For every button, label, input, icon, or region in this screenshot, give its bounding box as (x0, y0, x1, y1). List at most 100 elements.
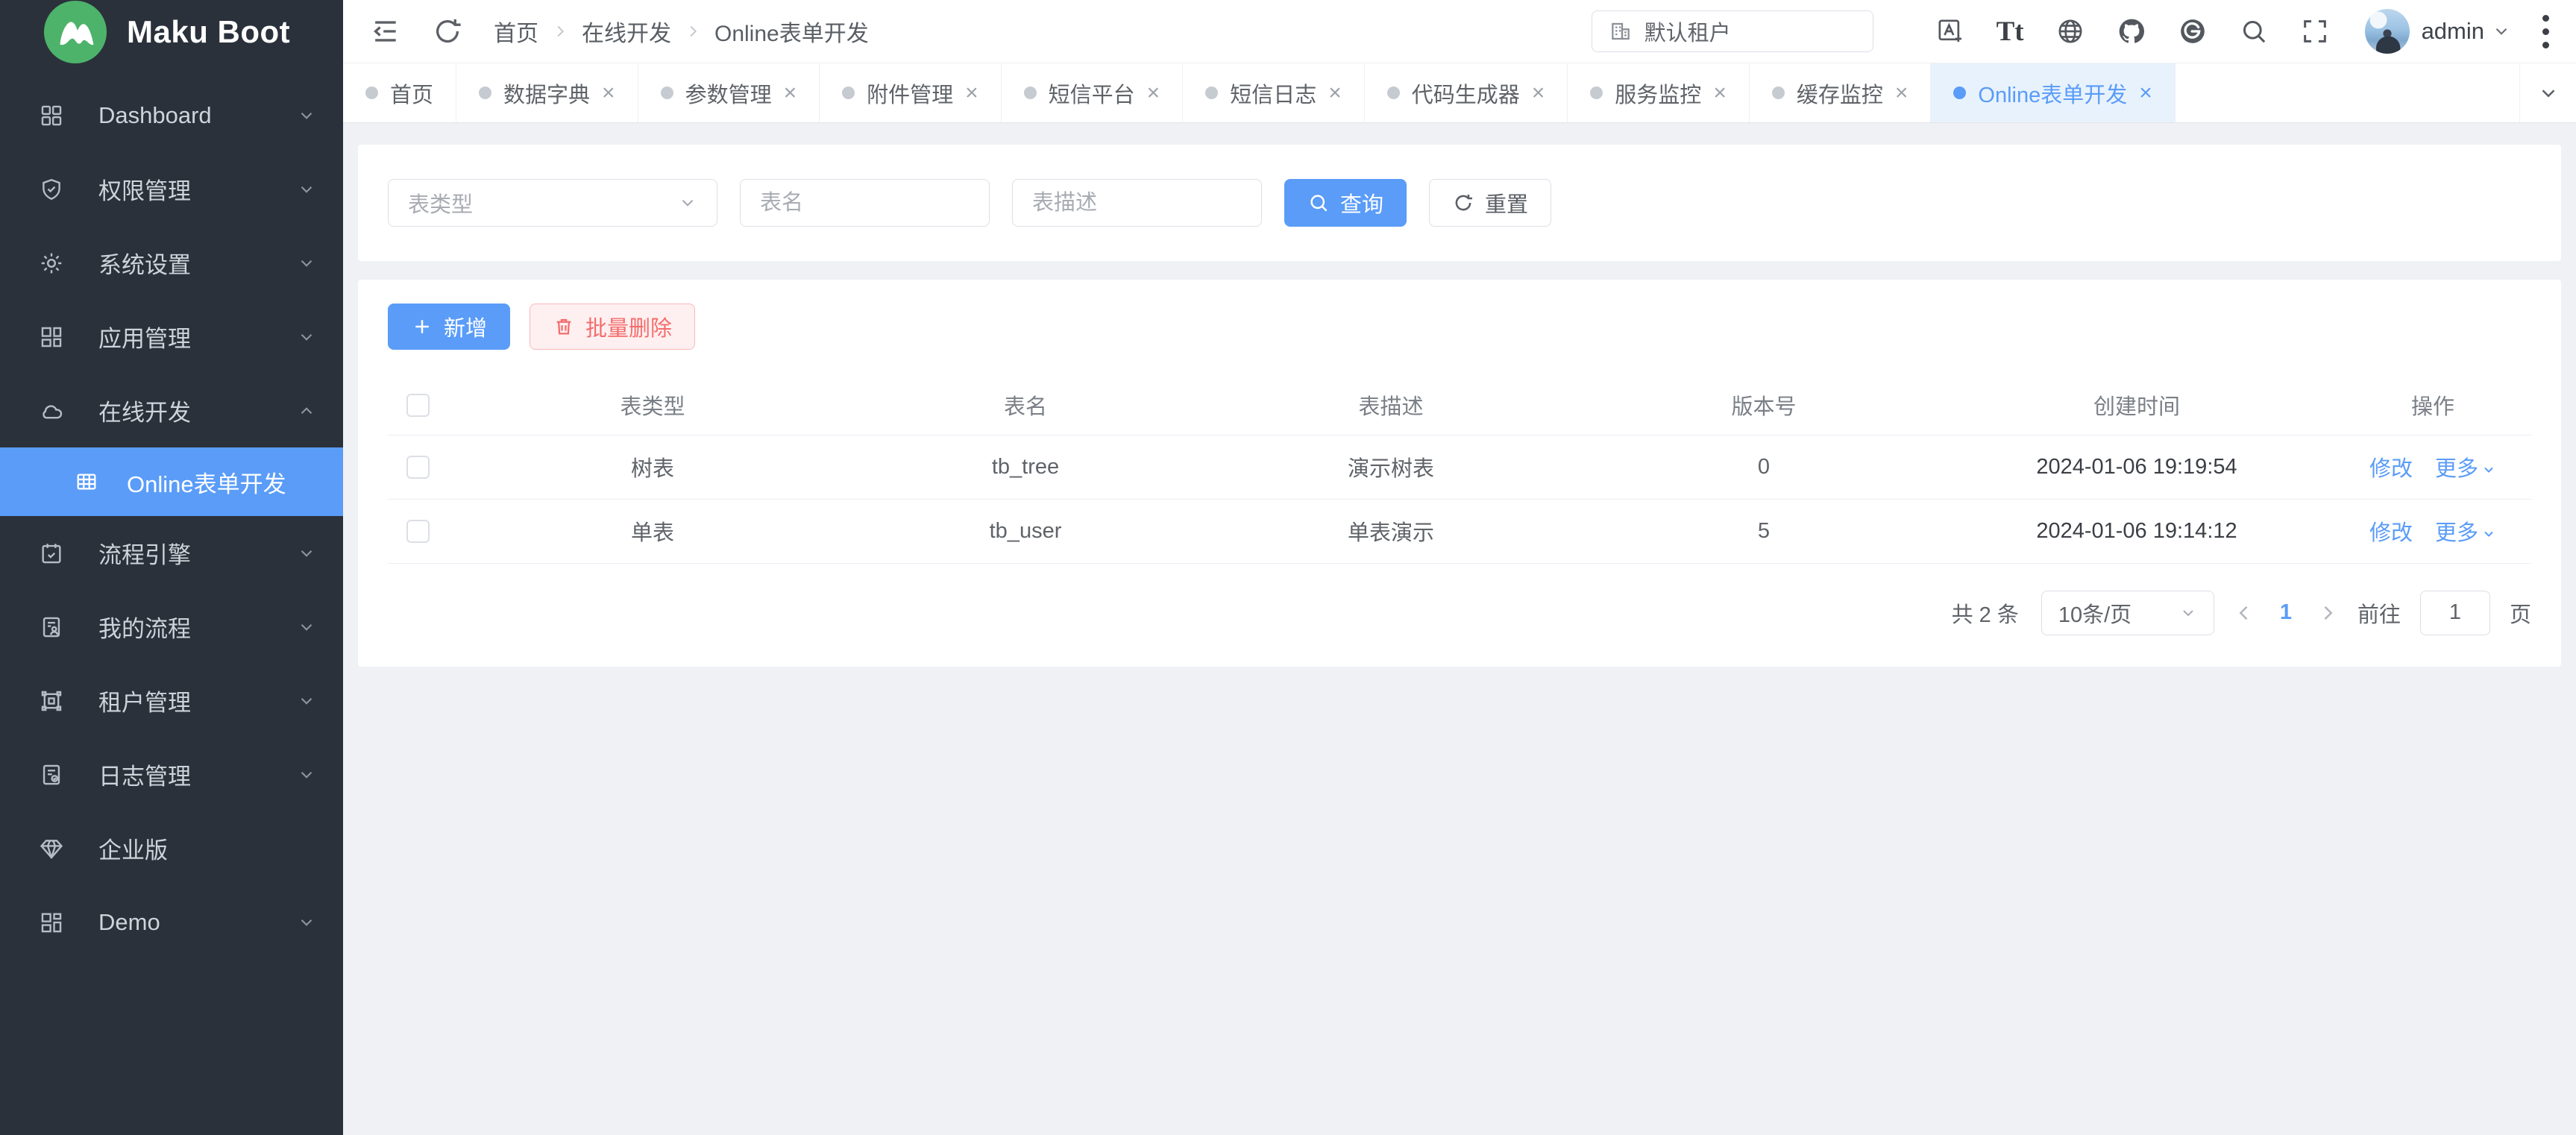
select-all-checkbox[interactable] (406, 394, 430, 417)
tab-sms-platform[interactable]: 短信平台 × (1002, 63, 1184, 122)
goto-page-input[interactable] (2420, 591, 2490, 635)
fullscreen-icon[interactable] (2300, 16, 2330, 46)
cell-type: 树表 (447, 435, 858, 499)
menu-collapse-icon[interactable] (368, 15, 401, 48)
tab-data-dict[interactable]: 数据字典 × (456, 63, 638, 122)
refresh-icon[interactable] (431, 15, 464, 48)
gitee-icon[interactable] (2178, 16, 2208, 46)
sidebar-item-label: 应用管理 (98, 320, 297, 353)
sidebar-item-online-form-dev[interactable]: Online表单开发 (0, 447, 343, 516)
tab-dot-icon (842, 87, 855, 99)
table-row: 单表 tb_user 单表演示 5 2024-01-06 19:14:12 修改… (388, 499, 2531, 563)
tab-home[interactable]: 首页 (343, 63, 456, 122)
edit-link[interactable]: 修改 (2369, 515, 2413, 547)
tab-dot-icon (661, 87, 673, 99)
tab-close-icon[interactable]: × (602, 82, 615, 104)
chevron-down-icon (297, 180, 316, 199)
sidebar-item-label: 系统设置 (98, 246, 297, 280)
avatar[interactable] (2365, 9, 2410, 54)
page-size-select[interactable]: 10条/页 (2041, 591, 2214, 635)
sidebar-item-online-dev[interactable]: 在线开发 (0, 374, 343, 447)
tab-label: 附件管理 (867, 78, 953, 109)
trash-icon (553, 315, 575, 338)
tab-code-generator[interactable]: 代码生成器 × (1365, 63, 1568, 122)
reset-button[interactable]: 重置 (1429, 179, 1551, 227)
row-checkbox[interactable] (406, 520, 430, 543)
search-icon[interactable] (2239, 16, 2269, 46)
chevron-down-icon (2481, 526, 2496, 541)
column-header-actions: 操作 (2334, 375, 2531, 435)
tab-sms-log[interactable]: 短信日志 × (1183, 63, 1365, 122)
sidebar-item-label: 我的流程 (98, 610, 297, 644)
github-icon[interactable] (2117, 16, 2146, 46)
sidebar-item-dashboard[interactable]: Dashboard (0, 78, 343, 152)
edit-link[interactable]: 修改 (2369, 451, 2413, 482)
cell-name: tb_user (858, 499, 1193, 563)
tab-dot-icon (1205, 87, 1218, 99)
search-button-label: 查询 (1340, 187, 1383, 218)
sidebar-item-tenant-management[interactable]: 租户管理 (0, 664, 343, 738)
page-number-current[interactable]: 1 (2274, 600, 2298, 625)
tab-label: 数据字典 (503, 78, 590, 109)
tenant-select[interactable]: 默认租户 (1592, 10, 1873, 52)
tab-param-mgmt[interactable]: 参数管理 × (638, 63, 820, 122)
language-globe-icon[interactable] (2055, 16, 2085, 46)
search-button[interactable]: 查询 (1284, 179, 1407, 227)
top-header: 首页 在线开发 Online表单开发 默认租户 Tt admin (343, 0, 2576, 63)
sidebar-item-my-workflow[interactable]: 我的流程 (0, 590, 343, 664)
sidebar-item-label: 企业版 (98, 831, 316, 865)
tab-list-dropdown[interactable] (2519, 63, 2576, 122)
sidebar-item-log-management[interactable]: 日志管理 (0, 738, 343, 811)
next-page-button[interactable] (2317, 603, 2338, 623)
tab-online-form-dev[interactable]: Online表单开发 × (1931, 63, 2175, 122)
tab-close-icon[interactable]: × (784, 82, 797, 104)
more-link[interactable]: 更多 (2435, 515, 2496, 547)
tab-label: 代码生成器 (1412, 78, 1520, 109)
sidebar-item-label: 租户管理 (98, 684, 297, 717)
tab-close-icon[interactable]: × (1532, 82, 1545, 104)
tab-close-icon[interactable]: × (2139, 82, 2152, 104)
tab-attachment-mgmt[interactable]: 附件管理 × (820, 63, 1002, 122)
chevron-down-icon (297, 327, 316, 347)
tab-close-icon[interactable]: × (1147, 82, 1160, 104)
table-type-select-placeholder: 表类型 (408, 187, 473, 218)
more-link[interactable]: 更多 (2435, 451, 2496, 482)
sidebar-item-demo[interactable]: Demo (0, 885, 343, 959)
table-name-input[interactable] (740, 179, 990, 227)
layout-size-icon[interactable] (1935, 16, 1965, 46)
tab-close-icon[interactable]: × (1895, 82, 1909, 104)
search-icon (1307, 192, 1330, 214)
prev-page-button[interactable] (2234, 603, 2255, 623)
batch-delete-button[interactable]: 批量删除 (530, 304, 695, 350)
table-type-select[interactable]: 表类型 (388, 179, 717, 227)
sidebar-item-label: 权限管理 (98, 172, 297, 206)
breadcrumb-home[interactable]: 首页 (494, 15, 538, 48)
sidebar: Maku Boot Dashboard 权限管理 系统设置 应用管理 (0, 0, 343, 1135)
tab-dot-icon (1953, 87, 1966, 99)
tab-dot-icon (1024, 87, 1037, 99)
tab-close-icon[interactable]: × (965, 82, 978, 104)
sidebar-item-permissions[interactable]: 权限管理 (0, 152, 343, 226)
tab-close-icon[interactable]: × (1328, 82, 1342, 104)
cell-created: 2024-01-06 19:14:12 (1939, 499, 2334, 563)
more-menu-icon[interactable] (2538, 10, 2554, 53)
cell-version: 5 (1589, 499, 1939, 563)
table-desc-input[interactable] (1012, 179, 1262, 227)
user-name[interactable]: admin (2422, 18, 2484, 45)
font-size-icon[interactable]: Tt (1997, 18, 2024, 45)
chevron-down-icon (2537, 82, 2560, 104)
add-button[interactable]: 新增 (388, 304, 510, 350)
sidebar-item-enterprise[interactable]: 企业版 (0, 811, 343, 885)
tab-service-monitor[interactable]: 服务监控 × (1568, 63, 1750, 122)
breadcrumb-online-dev[interactable]: 在线开发 (582, 15, 671, 48)
sidebar-item-workflow-engine[interactable]: 流程引擎 (0, 516, 343, 590)
chevron-down-icon[interactable] (2492, 22, 2511, 41)
reset-button-label: 重置 (1485, 187, 1528, 218)
tab-close-icon[interactable]: × (1713, 82, 1727, 104)
app-logo[interactable]: Maku Boot (0, 0, 343, 63)
row-checkbox[interactable] (406, 456, 430, 479)
tab-cache-monitor[interactable]: 缓存监控 × (1750, 63, 1932, 122)
sidebar-item-app-management[interactable]: 应用管理 (0, 300, 343, 374)
breadcrumb-current: Online表单开发 (714, 15, 869, 48)
sidebar-item-system-settings[interactable]: 系统设置 (0, 226, 343, 300)
